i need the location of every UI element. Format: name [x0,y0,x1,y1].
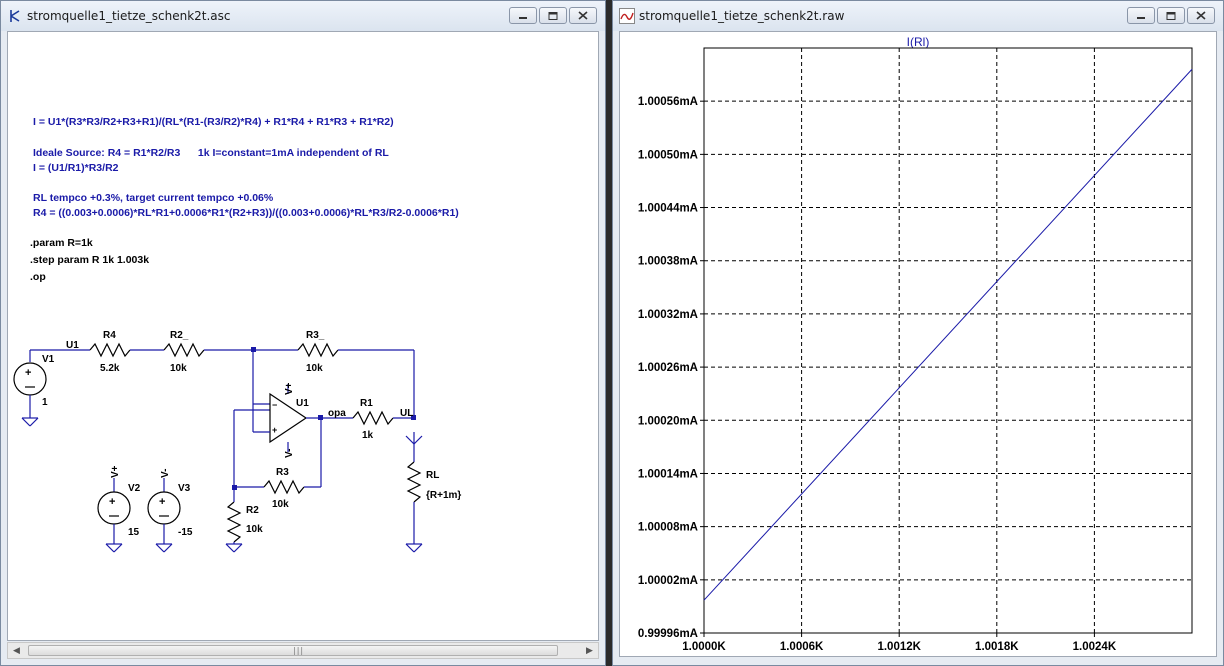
y-tick-label: 1.00044mA [638,203,698,215]
v3-source[interactable]: + [147,478,181,553]
y-tick-label: 1.00056mA [638,96,698,108]
r4-value: 5.2k [100,363,120,374]
r2-top-value: 10k [170,363,187,374]
plot-minimize-button[interactable] [1127,7,1155,24]
close-icon [1196,11,1206,20]
y-tick-label: 1.00002mA [638,575,698,587]
r2-top-label: R2_ [170,330,189,341]
close-button[interactable] [569,7,597,24]
plot-pane[interactable]: I(Rl) 1.0000K 1.0006K 1.0012K 1.0018K 1.0024… [619,31,1217,657]
v3-value: -15 [178,527,193,538]
r3-value: 10k [272,499,289,510]
v2-value: 15 [128,527,140,538]
resistor-r3[interactable] [263,479,305,495]
x-tick-label: 1.0006K [780,641,824,653]
rl-label: RL [426,470,439,481]
plot-frame [703,47,1193,634]
waveform-titlebar[interactable]: stromquelle1_tietze_schenk2t.raw [613,1,1223,31]
v1-value: 1 [42,397,48,408]
resistor-r1[interactable] [352,410,394,426]
close-icon [578,11,588,20]
schematic-titlebar[interactable]: stromquelle1_tietze_schenk2t.asc [1,1,605,31]
r4-label: R4 [103,330,116,341]
circuit-diagram: + − + + + V1 1 U1 R4 5.2k R2_ 10k R3_ 10… [13,330,461,553]
u1-net-label: U1 [66,340,79,351]
opamp-vminus-label: V- [284,449,295,458]
r3-top-label: R3_ [306,330,325,341]
schematic-window-title: stromquelle1_tietze_schenk2t.asc [27,9,231,23]
r1-value: 1k [362,430,374,441]
waveform-window: stromquelle1_tietze_schenk2t.raw I(Rl) 1… [612,0,1224,666]
y-tick-label: 1.00050mA [638,149,698,161]
svg-text:−: − [272,400,277,410]
resistor-r3-top[interactable] [297,342,339,358]
svg-text:+: + [109,496,115,508]
maximize-icon [1166,11,1176,20]
resistor-rl[interactable] [406,461,422,503]
x-tick-label: 1.0012K [877,641,921,653]
opamp-name-label: U1 [296,398,309,409]
scroll-left-icon[interactable]: ◀ [8,643,25,658]
schematic-icon [7,8,23,24]
maximize-button[interactable] [539,7,567,24]
schematic-window: stromquelle1_tietze_schenk2t.asc I = U1*… [0,0,606,666]
resistor-r2-top[interactable] [163,342,205,358]
v1-label: V1 [42,354,55,365]
opa-net-label: opa [328,408,346,419]
y-tick-label: 1.00014mA [638,468,698,480]
plot-maximize-button[interactable] [1157,7,1185,24]
x-tick-label: 1.0000K [682,641,726,653]
waveform-window-title: stromquelle1_tietze_schenk2t.raw [639,9,845,23]
maximize-icon [548,11,558,20]
waveform-icon [619,8,635,24]
r2-label: R2 [246,505,259,516]
ul-net-label: UL [400,408,413,419]
scroll-right-icon[interactable]: ▶ [581,643,598,658]
y-tick-label: 1.00038mA [638,256,698,268]
y-tick-label: 1.00008mA [638,522,698,534]
horizontal-scrollbar[interactable]: ◀ ||| ▶ [7,642,599,659]
y-tick-label: 1.00026mA [638,362,698,374]
y-tick-label: 1.00020mA [638,415,698,427]
minimize-icon [1137,16,1145,19]
r1-label: R1 [360,398,373,409]
svg-text:+: + [159,496,165,508]
r3-label: R3 [276,467,289,478]
v2-source[interactable]: + [97,478,131,553]
svg-text:+: + [25,367,31,379]
plot-close-button[interactable] [1187,7,1215,24]
opamp-vplus-label: V+ [284,382,295,395]
grip-icon: ||| [293,646,305,655]
resistor-r4[interactable] [89,342,131,358]
minimize-icon [519,16,527,19]
x-tick-label: 1.0024K [1073,641,1117,653]
r3-top-value: 10k [306,363,323,374]
minimize-button[interactable] [509,7,537,24]
waveform-plot[interactable]: 1.0000K 1.0006K 1.0012K 1.0018K 1.0024K 0.999… [620,32,1217,657]
svg-text:+: + [272,425,277,435]
x-tick-label: 1.0018K [975,641,1019,653]
resistor-r2[interactable] [226,501,242,543]
schematic-canvas[interactable]: I = U1*(R3*R3/R2+R3+R1)/(RL*(R1-(R3/R2)*… [7,31,599,641]
y-tick-label: 0.99996mA [638,628,698,640]
r2-value: 10k [246,524,263,535]
v2-net-label: V+ [110,465,121,478]
scrollbar-thumb[interactable]: ||| [28,645,558,656]
v3-net-label: V- [160,469,171,478]
v3-label: V3 [178,483,191,494]
y-tick-label: 1.00032mA [638,309,698,321]
v2-label: V2 [128,483,141,494]
rl-value: {R+1m} [426,490,461,501]
